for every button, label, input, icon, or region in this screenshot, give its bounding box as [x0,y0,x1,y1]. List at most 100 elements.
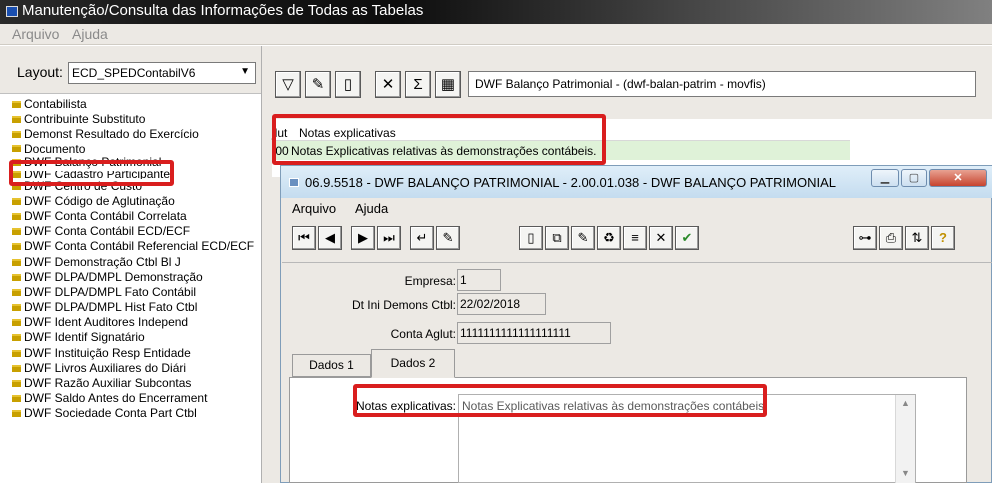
scroll-down-icon[interactable]: ▼ [901,468,910,478]
edit-icon[interactable]: ✎ [305,71,331,98]
highlight-notes-field [353,384,767,417]
layout-select-value: ECD_SPEDContabilV6 [72,66,196,80]
folder-icon [12,144,21,152]
tree-item[interactable]: DWF DLPA/DMPL Demonstração [10,270,264,285]
tree-item[interactable]: DWF Livros Auxiliares do Diári [10,361,264,376]
tree-item[interactable]: Contabilista [10,97,264,112]
app-icon [6,6,18,17]
form-icon[interactable]: ▦ [435,71,461,98]
layout-select[interactable]: ECD_SPEDContabilV6 ▼ [68,62,256,84]
sum-icon[interactable]: Σ [405,71,431,98]
tree-item-label: DWF Livros Auxiliares do Diári [24,360,187,375]
child-title: 06.9.5518 - DWF BALANÇO PATRIMONIAL - 2.… [305,175,836,190]
tree-item-label: Documento [24,142,86,153]
menu-ajuda[interactable]: Ajuda [72,26,108,42]
first-record-icon[interactable]: ⏮ [292,226,316,250]
tree-item[interactable]: DWF Conta Contábil Correlata [10,209,264,224]
tree-item-label: DWF DLPA/DMPL Demonstração [24,269,203,284]
menu-bar: Arquivo Ajuda [0,24,992,45]
folder-icon [12,243,21,251]
folder-icon [12,410,21,418]
folder-icon [12,131,21,139]
chevron-down-icon[interactable]: ▼ [240,66,250,77]
tree-item-label: DWF Conta Contábil ECD/ECF [24,224,191,239]
edit-record-icon[interactable]: ✎ [571,226,595,250]
app-title-bar: Manutenção/Consulta das Informações de T… [0,0,992,24]
tab-dados-2[interactable]: Dados 2 [371,349,455,378]
folder-icon [12,197,21,205]
child-title-bar: 06.9.5518 - DWF BALANÇO PATRIMONIAL - 2.… [281,166,992,198]
tree-item-label: DWF Conta Contábil Referencial ECD/ECF [24,239,255,254]
folder-icon [12,101,21,108]
tree-icon[interactable]: ⊶ [853,226,877,250]
child-menu-arquivo[interactable]: Arquivo [292,201,336,216]
table-title: DWF Balanço Patrimonial - (dwf-balan-pat… [475,77,766,91]
table-tree-list: Contabilista Contribuinte Substituto Dem… [10,97,264,422]
prev-record-icon[interactable]: ◀ [318,226,342,250]
goto-icon[interactable]: ↵ [410,226,434,250]
tree-item[interactable]: Demonst Resultado do Exercício [10,127,264,142]
tree-item-label: DWF Identif Signatário [24,330,145,345]
excel-icon[interactable]: ✕ [375,71,401,98]
table-title-box: DWF Balanço Patrimonial - (dwf-balan-pat… [468,71,976,97]
empresa-field[interactable]: 1 [457,269,501,291]
confirm-icon[interactable]: ✔ [675,226,699,250]
tree-item[interactable]: DWF Conta Contábil ECD/ECF [10,224,264,239]
folder-icon [12,288,21,296]
copy-record-icon[interactable]: ⧉ [545,226,569,250]
folder-icon [12,334,21,342]
child-menu-ajuda[interactable]: Ajuda [355,201,388,216]
scrollbar[interactable]: ▲ ▼ [895,395,915,483]
tree-item[interactable]: DWF Instituição Resp Entidade [10,346,264,361]
folder-icon [12,319,21,327]
tree-item[interactable]: Contribuinte Substituto [10,112,264,127]
filter-icon[interactable]: ▽ [275,71,301,98]
tree-item-label: Contabilista [24,97,87,111]
close-button[interactable]: ✕ [929,169,987,187]
tree-item[interactable]: Documento [10,143,264,153]
tree-item-label: DWF Saldo Antes do Encerrament [24,391,208,406]
app-title: Manutenção/Consulta das Informações de T… [22,2,424,19]
tree-item[interactable]: DWF Demonstração Ctbl Bl J [10,255,264,270]
help-icon[interactable]: ? [931,226,955,250]
conta-aglut-label: Conta Aglut: [390,327,456,341]
tree-item[interactable]: DWF Razão Auxiliar Subcontas [10,376,264,391]
folder-icon [12,116,21,124]
tree-item-label: DWF Demonstração Ctbl Bl J [24,254,181,269]
scroll-up-icon[interactable]: ▲ [901,398,910,408]
search-icon[interactable]: ✎ [436,226,460,250]
layout-label: Layout: [17,64,63,80]
maximize-button[interactable]: ▢ [901,169,927,187]
next-record-icon[interactable]: ▶ [351,226,375,250]
window-icon [289,178,299,187]
tree-item[interactable]: DWF DLPA/DMPL Hist Fato Ctbl [10,300,264,315]
minimize-button[interactable]: ▁ [871,169,899,187]
print-icon[interactable]: ⎙ [879,226,903,250]
folder-icon [12,228,21,236]
menu-arquivo[interactable]: Arquivo [12,26,59,42]
new-doc-icon[interactable]: ▯ [335,71,361,98]
compare-icon[interactable]: ≡ [623,226,647,250]
tree-item[interactable]: DWF Identif Signatário [10,330,264,345]
folder-icon [12,349,21,357]
dt-ini-label: Dt Ini Demons Ctbl: [351,298,456,312]
tree-item[interactable]: DWF Código de Aglutinação [10,194,264,209]
tree-item-label: DWF Razão Auxiliar Subcontas [24,376,192,390]
tree-item[interactable]: DWF Sociedade Conta Part Ctbl [10,406,264,421]
tree-item[interactable]: DWF DLPA/DMPL Fato Contábil [10,285,264,300]
tree-item[interactable]: DWF Ident Auditores Independ [10,315,264,330]
tab-dados-1[interactable]: Dados 1 [292,354,371,377]
tree-item[interactable]: DWF Conta Contábil Referencial ECD/ECF [10,239,264,254]
cancel-icon[interactable]: ✕ [649,226,673,250]
tree-item[interactable]: DWF Saldo Antes do Encerrament [10,391,264,406]
tree-item-label: DWF Instituição Resp Entidade [24,345,191,360]
dt-ini-field[interactable]: 22/02/2018 [457,293,546,315]
new-record-icon[interactable]: ▯ [519,226,543,250]
tree-item-label: Demonst Resultado do Exercício [24,127,199,142]
conta-aglut-field[interactable]: 1111111111111111111 [457,322,611,344]
last-record-icon[interactable]: ⏭ [377,226,401,250]
sort-icon[interactable]: ⇅ [905,226,929,250]
empresa-label: Empresa: [404,274,456,288]
delete-record-icon[interactable]: ♻ [597,226,621,250]
highlight-grid-notes [272,114,606,165]
